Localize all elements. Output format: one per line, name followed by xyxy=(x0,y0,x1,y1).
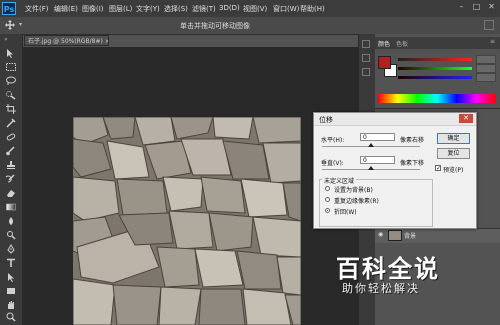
type-tool-icon[interactable] xyxy=(5,258,17,268)
menu-layer[interactable]: 图层(L) xyxy=(109,4,132,14)
menu-file[interactable]: 文件(F) xyxy=(25,4,49,14)
eraser-tool-icon[interactable] xyxy=(5,188,17,198)
menu-image[interactable]: 图像(I) xyxy=(82,4,104,14)
zoom-tool-icon[interactable] xyxy=(5,312,17,322)
horizontal-hint: 像素右移 xyxy=(400,137,425,144)
dialog-titlebar[interactable]: 位移 ✕ xyxy=(314,113,476,126)
options-hint-text: 单击并拖动可移动图像 xyxy=(180,22,250,30)
info-panel-icon[interactable] xyxy=(362,68,370,76)
options-bar xyxy=(0,17,500,35)
move-tool-icon[interactable] xyxy=(5,48,17,58)
eye-icon[interactable]: ◉ xyxy=(378,231,385,238)
menu-select[interactable]: 选择(S) xyxy=(164,4,188,14)
panel-divider xyxy=(375,108,500,109)
rectangle-tool-icon[interactable] xyxy=(5,286,17,296)
undefined-areas-label: 未定义区域 xyxy=(322,176,357,185)
close-icon[interactable]: ✕ xyxy=(485,1,498,12)
panel-menu-icon[interactable]: ≡ xyxy=(490,38,495,45)
offset-dialog: 位移 ✕ 水平(H): 0 像素右移 垂直(V): 0 像素下移 未定义区域 设… xyxy=(313,112,477,229)
menu-edit[interactable]: 编辑(E) xyxy=(54,4,78,14)
preview-label: 预览(P) xyxy=(443,167,464,174)
document-tab-title: 石子.jpg @ 50%(RGB/8#) xyxy=(28,38,103,45)
menu-3d[interactable]: 3D(D) xyxy=(219,4,240,12)
vertical-label: 垂直(V): xyxy=(321,160,344,167)
menu-help[interactable]: 帮助(H) xyxy=(300,4,325,14)
red-slider[interactable] xyxy=(398,58,472,61)
preview-checkbox[interactable]: ✓ xyxy=(435,165,441,172)
blur-tool-icon[interactable] xyxy=(5,216,17,226)
maximize-icon[interactable]: □ xyxy=(470,1,483,12)
menu-window[interactable]: 窗口(W) xyxy=(273,4,299,14)
foreground-color-swatch[interactable] xyxy=(378,56,391,69)
blue-slider[interactable] xyxy=(398,76,472,79)
close-icon[interactable]: ✕ xyxy=(459,114,473,123)
layer-thumbnail xyxy=(388,230,402,241)
tool-preset-dropdown-icon[interactable]: ▾ xyxy=(19,21,22,28)
horizontal-offset-input[interactable]: 0 xyxy=(360,133,395,141)
document-tab[interactable]: 石子.jpg @ 50%(RGB/8#) × xyxy=(24,35,109,46)
workspace-switcher-icon[interactable] xyxy=(484,20,494,30)
quick-selection-tool-icon[interactable] xyxy=(5,90,17,100)
minimize-icon[interactable]: – xyxy=(455,1,468,12)
eyedropper-tool-icon[interactable] xyxy=(5,118,17,128)
close-document-icon[interactable]: × xyxy=(105,38,108,45)
stones-photo[interactable] xyxy=(73,117,301,325)
ok-button[interactable]: 确定 xyxy=(437,133,470,144)
dodge-tool-icon[interactable] xyxy=(5,230,17,240)
collapse-toolbar-icon[interactable]: » xyxy=(4,36,8,43)
menu-view[interactable]: 视图(V) xyxy=(243,4,267,14)
marquee-tool-icon[interactable] xyxy=(5,62,17,72)
option-set-to-background: 设置为背景(B) xyxy=(334,187,373,194)
menu-type[interactable]: 文字(Y) xyxy=(136,4,160,14)
photoshop-logo-icon: Ps xyxy=(2,2,16,15)
option-wrap-around: 折回(W) xyxy=(334,209,357,216)
path-selection-tool-icon[interactable] xyxy=(5,272,17,282)
blue-value-field[interactable] xyxy=(476,73,496,82)
hand-tool-icon[interactable] xyxy=(5,300,17,310)
red-value-field[interactable] xyxy=(476,55,496,64)
crop-tool-icon[interactable] xyxy=(5,104,17,114)
reset-button[interactable]: 复位 xyxy=(437,148,470,159)
move-tool-icon[interactable] xyxy=(4,19,16,31)
panel-tab-bar xyxy=(375,37,500,49)
horizontal-label: 水平(H): xyxy=(321,137,345,144)
vertical-slider-thumb[interactable] xyxy=(368,166,374,170)
watermark-subtitle: 助你轻松解决 xyxy=(342,282,420,295)
layer-name: 背景 xyxy=(404,233,417,240)
properties-panel-icon[interactable] xyxy=(362,54,370,62)
vertical-offset-input[interactable]: 0 xyxy=(360,156,395,164)
vertical-hint: 像素下移 xyxy=(400,160,425,167)
option-repeat-edge-pixels: 重复边缘像素(R) xyxy=(334,198,379,205)
watermark-title: 百科全说 xyxy=(336,255,440,283)
brush-tool-icon[interactable] xyxy=(5,146,17,156)
radio-repeat-edge-pixels[interactable] xyxy=(325,197,330,202)
green-slider[interactable] xyxy=(398,67,472,70)
radio-set-to-background[interactable] xyxy=(325,186,330,191)
pen-tool-icon[interactable] xyxy=(5,244,17,254)
gradient-tool-icon[interactable] xyxy=(5,202,17,212)
history-brush-tool-icon[interactable] xyxy=(5,174,17,184)
horizontal-slider-thumb[interactable] xyxy=(368,143,374,147)
healing-brush-tool-icon[interactable] xyxy=(5,132,17,142)
tab-color[interactable]: 颜色 xyxy=(378,39,390,48)
lasso-tool-icon[interactable] xyxy=(5,76,17,86)
watermark-logo: 百科全说 助你轻松解决 xyxy=(330,247,470,299)
dialog-title: 位移 xyxy=(319,116,333,124)
tab-swatches[interactable]: 色板 xyxy=(396,39,408,48)
menu-filter[interactable]: 滤镜(T) xyxy=(192,4,216,14)
green-value-field[interactable] xyxy=(476,64,496,73)
radio-wrap-around[interactable] xyxy=(325,208,330,213)
clone-stamp-tool-icon[interactable] xyxy=(5,160,17,170)
history-panel-icon[interactable] xyxy=(362,40,370,48)
color-spectrum-bar[interactable] xyxy=(378,94,496,103)
